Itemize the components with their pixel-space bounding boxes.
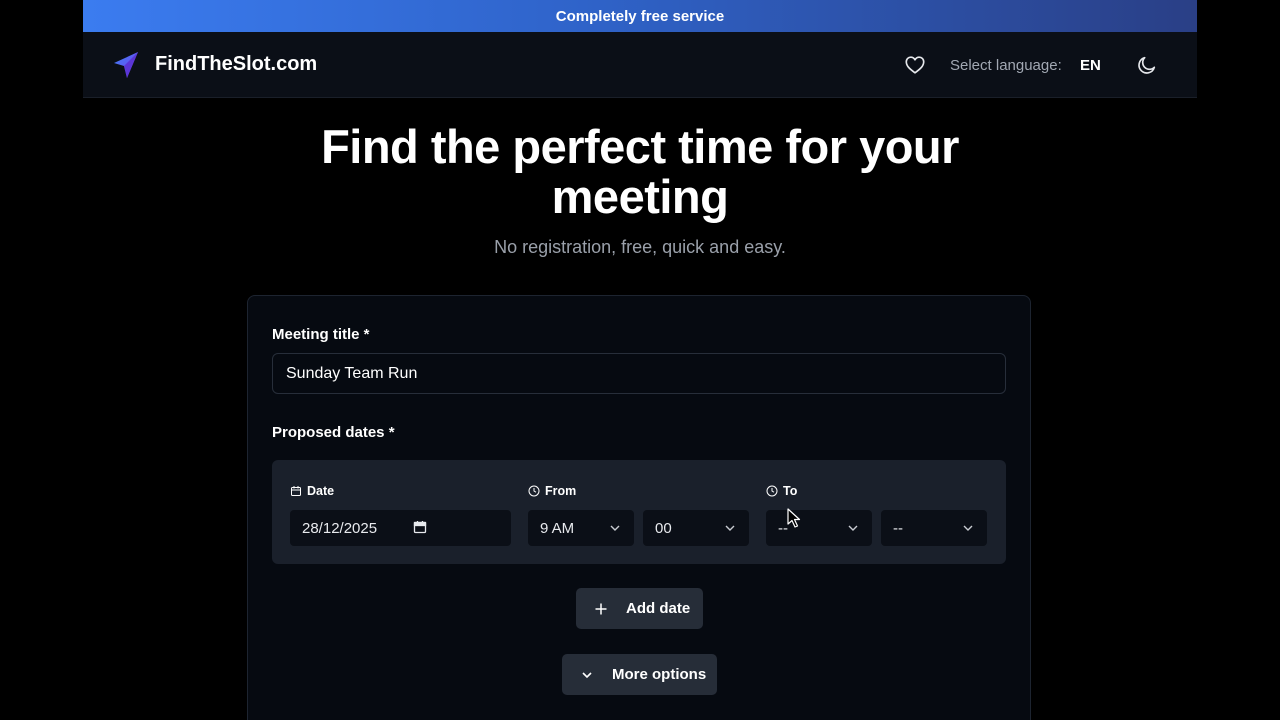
add-date-label: Add date [626, 600, 691, 617]
calendar-icon [291, 486, 301, 496]
mouse-pointer-icon [787, 508, 801, 528]
to-minute-value: -- [893, 519, 903, 537]
clock-icon [766, 485, 778, 497]
language-selector[interactable]: EN [1080, 57, 1101, 74]
from-minute-value: 00 [655, 519, 672, 537]
hero-title: Find the perfect time for your meeting [83, 122, 1197, 222]
from-label-text: From [545, 484, 577, 498]
moon-icon[interactable] [1136, 54, 1158, 76]
top-navbar: FindTheSlot.com Select language: EN [83, 32, 1197, 98]
date-label-text: Date [307, 484, 335, 498]
meeting-title-input[interactable]: Sunday Team Run [272, 353, 1006, 394]
date-label: Date [290, 484, 334, 498]
free-service-banner: Completely free service [83, 0, 1197, 32]
chevron-down-icon [725, 525, 735, 531]
more-options-label: More options [612, 666, 707, 683]
heart-icon[interactable] [904, 54, 926, 76]
hero-title-line-2: meeting [551, 170, 729, 223]
proposed-dates-label: Proposed dates * [272, 424, 395, 441]
language-label: Select language: [950, 57, 1062, 74]
chevron-down-icon [848, 525, 858, 531]
date-row: Date From To 28/12/2025 9 AM 00 -- -- [272, 460, 1006, 564]
calendar-icon[interactable] [413, 520, 427, 534]
plus-icon [595, 603, 607, 614]
more-options-button[interactable]: More options [562, 654, 717, 695]
from-hour-select[interactable]: 9 AM [528, 510, 634, 546]
chevron-down-icon [610, 525, 620, 531]
brand-name[interactable]: FindTheSlot.com [155, 53, 317, 76]
from-hour-value: 9 AM [540, 519, 575, 537]
date-input[interactable]: 28/12/2025 [290, 510, 511, 546]
paper-plane-logo-icon[interactable] [111, 50, 141, 80]
page-frame: Completely free service FindTheSlot.com … [83, 0, 1197, 720]
clock-icon [528, 485, 540, 497]
from-label: From [528, 484, 576, 498]
meeting-title-label: Meeting title * [272, 326, 370, 343]
hero-subtitle: No registration, free, quick and easy. [494, 237, 786, 257]
to-hour-select[interactable]: -- [766, 510, 872, 546]
date-value: 28/12/2025 [302, 519, 378, 537]
hero-title-line-1: Find the perfect time for your [321, 120, 959, 173]
from-minute-select[interactable]: 00 [643, 510, 749, 546]
to-minute-select[interactable]: -- [881, 510, 987, 546]
meeting-form-card: Meeting title * Sunday Team Run Proposed… [247, 295, 1031, 720]
chevron-down-icon [582, 671, 592, 678]
banner-text: Completely free service [555, 7, 725, 25]
add-date-button[interactable]: Add date [576, 588, 703, 629]
to-label-text: To [783, 484, 798, 498]
chevron-down-icon [963, 525, 973, 531]
to-label: To [766, 484, 797, 498]
